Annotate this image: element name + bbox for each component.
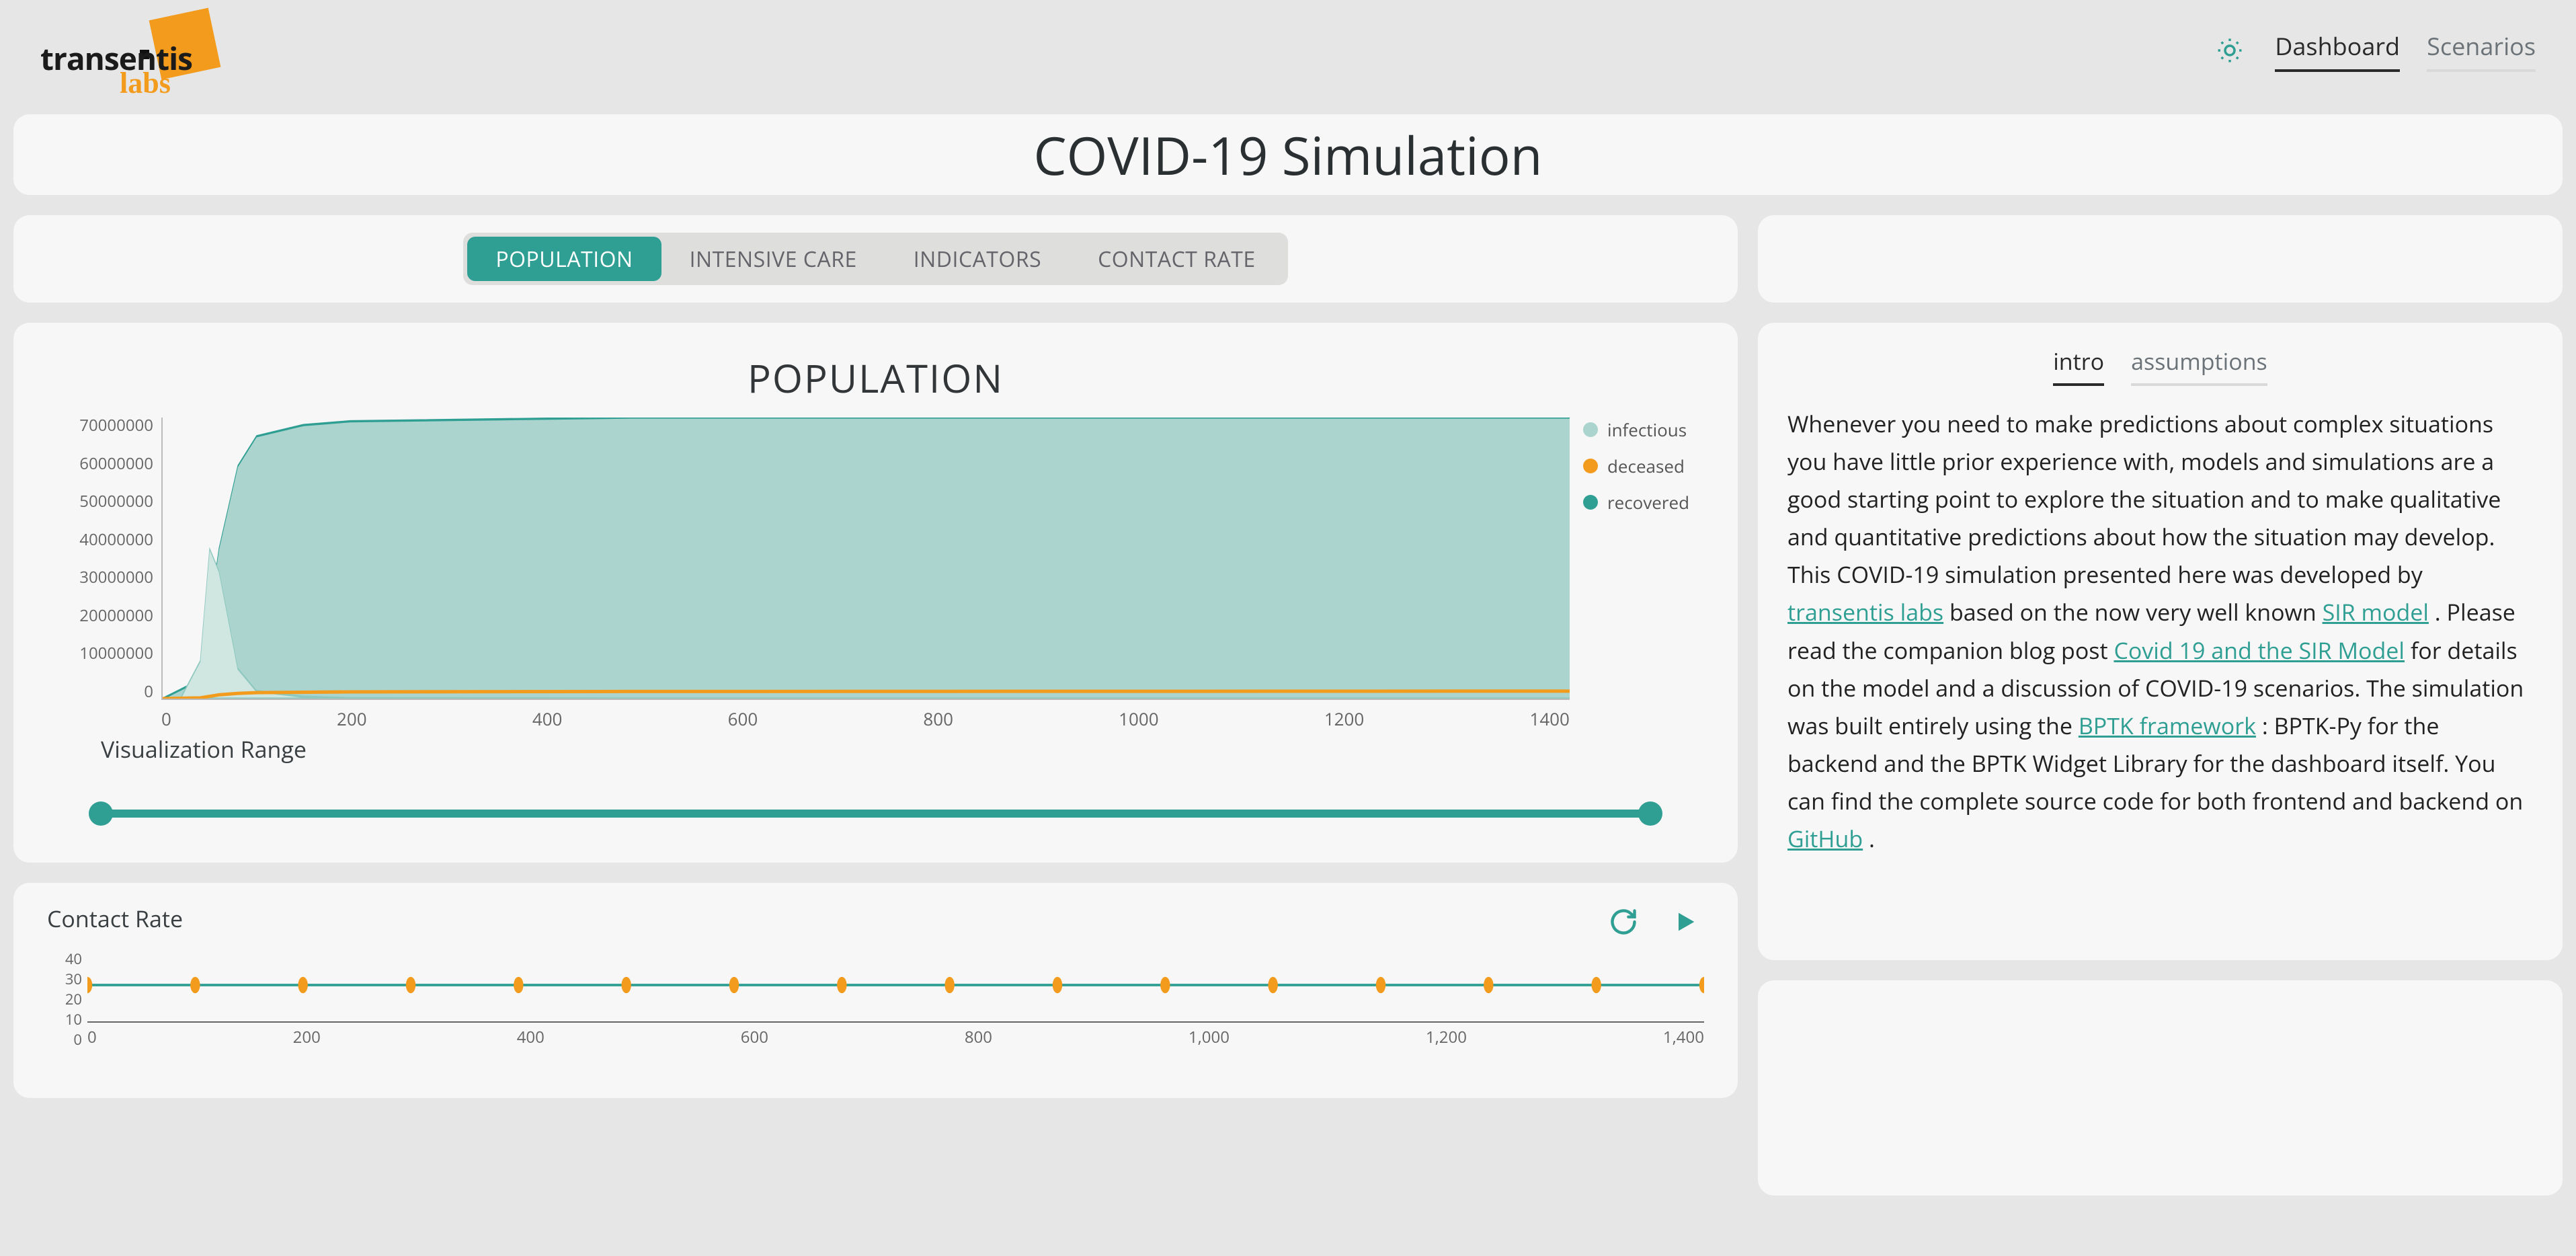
brand-logo: transentis labs	[40, 13, 215, 87]
link-bptk-framework[interactable]: BPTK framework	[2079, 710, 2256, 741]
population-legend: infectious deceased recovered	[1583, 418, 1704, 514]
contact-rate-chart: 40 30 20 10 0	[47, 949, 1704, 1023]
legend-item-deceased: deceased	[1583, 454, 1704, 478]
population-x-axis: 0 200 400 600 800 1000 1200 1400	[161, 707, 1570, 731]
nav-tab-dashboard[interactable]: Dashboard	[2275, 30, 2400, 72]
population-chart: 70000000 60000000 50000000 40000000 3000…	[47, 418, 1704, 700]
nav-tab-scenarios[interactable]: Scenarios	[2427, 30, 2536, 72]
visualization-range-label: Visualization Range	[101, 734, 1704, 764]
contact-rate-title: Contact Rate	[47, 903, 183, 934]
theme-toggle-button[interactable]	[2216, 36, 2244, 65]
legend-item-infectious: infectious	[1583, 418, 1704, 442]
segment-tab-intensive-care[interactable]: INTENSIVE CARE	[661, 237, 885, 281]
range-thumb-end[interactable]	[1638, 801, 1662, 826]
brand-word-2: labs	[120, 66, 171, 100]
population-y-axis: 70000000 60000000 50000000 40000000 3000…	[47, 418, 161, 700]
legend-swatch	[1583, 495, 1598, 510]
reset-button[interactable]	[1605, 903, 1642, 941]
legend-label: infectious	[1607, 418, 1687, 442]
population-chart-card: POPULATION 70000000 60000000 50000000 40…	[13, 323, 1738, 863]
refresh-icon	[1609, 907, 1638, 937]
info-tabs: intro assumptions	[1787, 346, 2533, 386]
topbar: transentis labs Dashboard Scenarios	[0, 0, 2576, 101]
info-tab-intro[interactable]: intro	[2053, 346, 2104, 386]
legend-swatch	[1583, 459, 1598, 473]
link-sir-model[interactable]: SIR model	[2323, 596, 2429, 627]
brand: transentis labs	[40, 13, 215, 87]
legend-label: deceased	[1607, 454, 1685, 478]
range-track	[101, 810, 1650, 818]
segment-tabs-card: POPULATION INTENSIVE CARE INDICATORS CON…	[13, 215, 1738, 303]
info-text: Whenever you need to make predictions ab…	[1787, 405, 2533, 857]
legend-swatch	[1583, 422, 1598, 437]
segment-tab-group: POPULATION INTENSIVE CARE INDICATORS CON…	[463, 233, 1287, 285]
contact-rate-x-axis: 0 200 400 600 800 1,000 1,200 1,400	[87, 1026, 1704, 1048]
info-tab-assumptions[interactable]: assumptions	[2131, 346, 2267, 386]
legend-item-recovered: recovered	[1583, 490, 1704, 514]
population-plot-area	[161, 418, 1570, 700]
right-top-card	[1758, 215, 2563, 303]
population-chart-title: POPULATION	[47, 351, 1704, 404]
visualization-range-slider[interactable]	[101, 805, 1650, 822]
page: COVID-19 Simulation POPULATION INTENSIVE…	[0, 101, 2576, 1195]
contact-rate-plot-area[interactable]	[87, 949, 1704, 1023]
segment-tab-contact-rate[interactable]: CONTACT RATE	[1070, 237, 1283, 281]
segment-tab-population[interactable]: POPULATION	[467, 237, 661, 281]
top-nav-tabs: Dashboard Scenarios	[2275, 30, 2536, 72]
link-blog-post[interactable]: Covid 19 and the SIR Model	[2114, 635, 2405, 666]
contact-rate-y-axis: 40 30 20 10 0	[47, 949, 87, 1023]
info-card: intro assumptions Whenever you need to m…	[1758, 323, 2563, 960]
play-button[interactable]	[1666, 903, 1704, 941]
page-title: COVID-19 Simulation	[1033, 119, 1542, 190]
sun-icon	[2216, 36, 2244, 65]
link-transentis-labs[interactable]: transentis labs	[1787, 596, 1943, 627]
play-icon	[1672, 908, 1699, 935]
link-github[interactable]: GitHub	[1787, 823, 1863, 854]
topbar-right: Dashboard Scenarios	[2216, 30, 2536, 72]
legend-label: recovered	[1607, 490, 1689, 514]
segment-tab-indicators[interactable]: INDICATORS	[885, 237, 1070, 281]
right-bottom-card	[1758, 980, 2563, 1195]
range-thumb-start[interactable]	[89, 801, 113, 826]
contact-rate-card: Contact Rate	[13, 883, 1738, 1098]
title-card: COVID-19 Simulation	[13, 114, 2563, 195]
